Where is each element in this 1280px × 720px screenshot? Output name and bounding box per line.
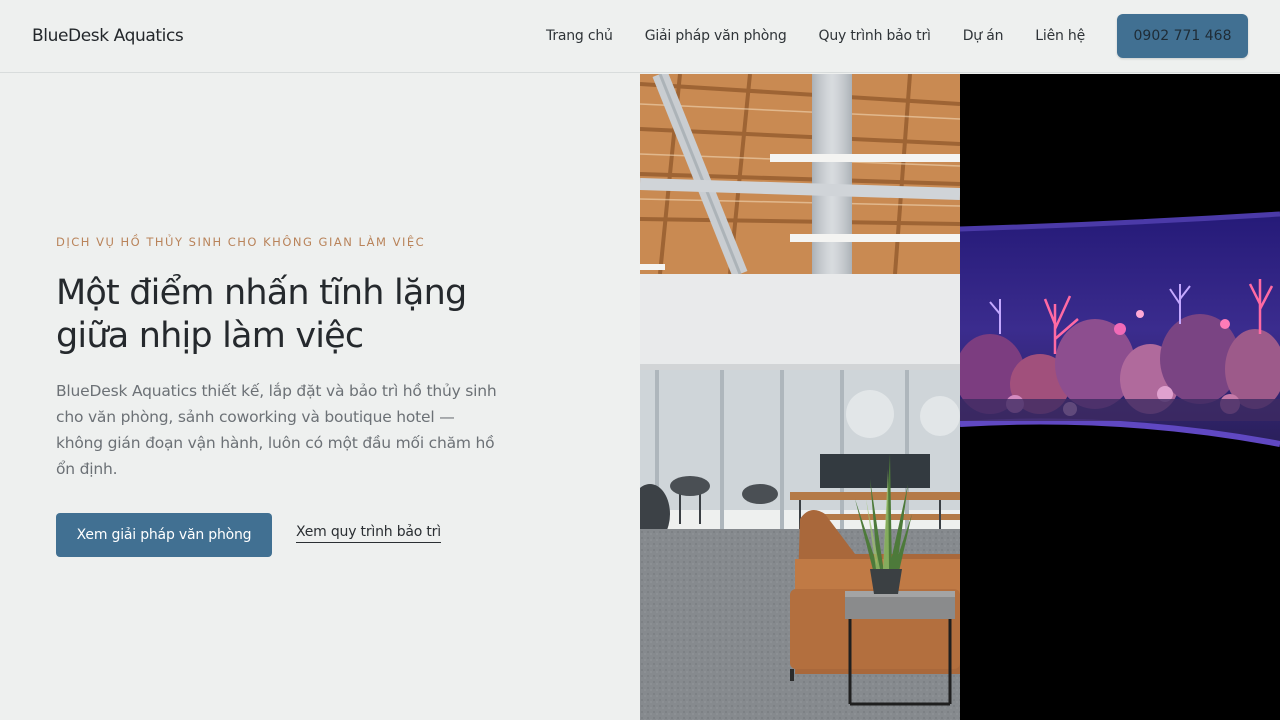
hero-headline-line-2: giữa nhịp làm việc <box>56 316 364 356</box>
hero-headline: Một điểm nhấn tĩnh lặng giữa nhịp làm vi… <box>56 272 576 358</box>
aquarium-illustration <box>960 74 1280 720</box>
aquarium-photo <box>960 74 1280 720</box>
hero-headline-line-1: Một điểm nhấn tĩnh lặng <box>56 273 467 313</box>
phone-button[interactable]: 0902 771 468 <box>1117 14 1248 58</box>
main-nav: Trang chủ Giải pháp văn phòng Quy trình … <box>546 14 1248 58</box>
office-photo <box>640 74 960 720</box>
maintenance-process-link[interactable]: Xem quy trình bảo trì <box>296 524 441 543</box>
nav-home[interactable]: Trang chủ <box>546 28 613 44</box>
nav-contact[interactable]: Liên hệ <box>1035 28 1085 44</box>
nav-maintenance[interactable]: Quy trình bảo trì <box>819 28 931 44</box>
nav-projects[interactable]: Dự án <box>963 28 1004 44</box>
nav-office-solutions[interactable]: Giải pháp văn phòng <box>645 28 787 44</box>
hero-intro: BlueDesk Aquatics thiết kế, lắp đặt và b… <box>56 382 497 478</box>
office-solutions-button[interactable]: Xem giải pháp văn phòng <box>56 513 272 557</box>
office-illustration <box>640 74 960 720</box>
hero-eyebrow: DỊCH VỤ HỒ THỦY SINH CHO KHÔNG GIAN LÀM … <box>56 235 426 249</box>
brand-logo[interactable]: BlueDesk Aquatics <box>32 26 184 46</box>
site-header: BlueDesk Aquatics Trang chủ Giải pháp vă… <box>0 0 1280 73</box>
